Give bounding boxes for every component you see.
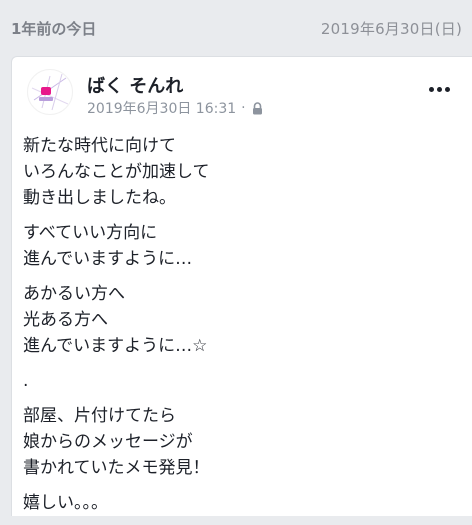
- lock-icon[interactable]: [252, 101, 263, 115]
- author-name[interactable]: ばく そんれ: [87, 72, 183, 98]
- post-body: 新たな時代に向けて いろんなことが加速して 動き出しましたね。 すべていい方向に…: [23, 133, 464, 525]
- post-paragraph: .: [23, 371, 29, 391]
- memory-date: 2019年6月30日(日): [320, 19, 462, 38]
- post-paragraph: あかるい方へ 光ある方へ 進んでいますように…☆: [23, 284, 208, 356]
- post-card: ばく そんれ 2019年6月30日 16:31 · 新たな時代に向けて いろんな…: [11, 56, 472, 516]
- post-timestamp[interactable]: 2019年6月30日 16:31: [87, 98, 236, 118]
- post-paragraph: 新たな時代に向けて いろんなことが加速して 動き出しましたね。: [23, 136, 210, 208]
- post-paragraph: 部屋、片付けてたら 娘からのメッセージが 書かれていたメモ発見！: [23, 406, 210, 478]
- memory-title: 1年前の今日: [11, 19, 97, 38]
- post-meta: 2019年6月30日 16:31 ·: [87, 98, 263, 118]
- post-paragraph: 嬉しい。。。: [23, 493, 108, 513]
- avatar-image: [31, 73, 69, 111]
- meta-separator: ·: [241, 100, 246, 116]
- more-options-icon[interactable]: [429, 87, 450, 92]
- avatar[interactable]: [27, 69, 73, 115]
- post-paragraph: すべていい方向に 進んでいますように…: [23, 223, 193, 269]
- memory-header: 1年前の今日 2019年6月30日(日): [0, 0, 472, 56]
